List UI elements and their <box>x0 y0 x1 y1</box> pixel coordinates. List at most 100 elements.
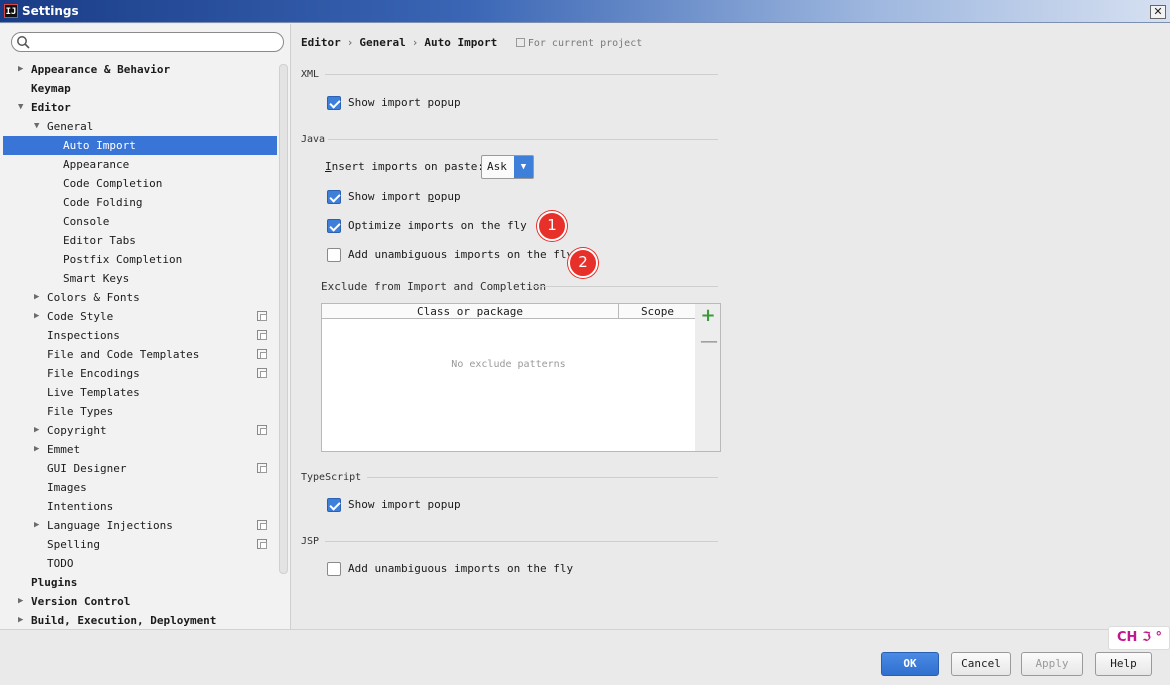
insert-imports-on-paste-row: Insert imports on paste: Ask ▼ <box>325 155 534 179</box>
settings-nav-panel: ▶ Appearance & Behavior Keymap ▼ Editor ▼ Gene… <box>0 24 291 629</box>
optimize-imports-on-fly-label: Optimize imports on the fly <box>348 219 527 232</box>
label-text: opup <box>434 190 461 203</box>
settings-search-field[interactable] <box>11 32 284 52</box>
exclude-section-title: Exclude from Import and Completion <box>321 280 547 293</box>
tree-item-label: Editor <box>31 101 71 114</box>
section-title-jsp: JSP <box>301 536 320 547</box>
tree-item-label: General <box>47 120 94 133</box>
collapsed-arrow-icon[interactable]: ▶ <box>18 592 28 611</box>
annotation-badge-1: 1 <box>537 211 567 241</box>
mnemonic-char: I <box>325 160 332 173</box>
tree-item-emmet[interactable]: ▶ Emmet <box>0 440 280 459</box>
tree-item-label: Console <box>63 215 110 228</box>
jsp-add-unambiguous-imports-label: Add unambiguous imports on the fly <box>348 562 574 575</box>
tree-item-label: Copyright <box>47 424 107 437</box>
tree-item-label: Images <box>47 481 87 494</box>
add-unambiguous-imports-label: Add unambiguous imports on the fly <box>348 248 574 261</box>
tree-item-gui-designer[interactable]: GUI Designer <box>0 459 280 478</box>
tree-item-label: Postfix Completion <box>63 253 183 266</box>
intellij-app-icon: IJ <box>4 4 18 18</box>
remove-icon[interactable]: — <box>700 333 718 351</box>
collapsed-arrow-icon[interactable]: ▶ <box>34 288 44 307</box>
tree-item-spelling[interactable]: Spelling <box>0 535 280 554</box>
collapsed-arrow-icon[interactable]: ▶ <box>34 421 44 440</box>
checkbox-unchecked[interactable] <box>327 562 341 576</box>
empty-table-message: No exclude patterns <box>451 359 566 370</box>
expanded-arrow-icon[interactable]: ▼ <box>34 117 44 136</box>
collapsed-arrow-icon[interactable]: ▶ <box>34 516 44 535</box>
nav-scrollbar[interactable] <box>279 64 288 574</box>
tree-item-label: File Encodings <box>47 367 140 380</box>
tree-item-copyright[interactable]: ▶ Copyright <box>0 421 280 440</box>
ok-button[interactable]: OK <box>881 652 939 676</box>
collapsed-arrow-icon[interactable]: ▶ <box>34 307 44 326</box>
checkbox-checked[interactable] <box>327 190 341 204</box>
collapsed-arrow-icon[interactable]: ▶ <box>18 611 28 630</box>
section-title-xml: XML <box>301 69 320 80</box>
section-title-typescript: TypeScript <box>301 472 362 483</box>
tree-item-code-style[interactable]: ▶ Code Style <box>0 307 280 326</box>
label-text: Show import <box>348 190 428 203</box>
section-divider <box>325 541 718 542</box>
close-window-button[interactable]: ✕ <box>1150 5 1166 19</box>
tree-item-language-injections[interactable]: ▶ Language Injections <box>0 516 280 535</box>
insert-imports-on-paste-select[interactable]: Ask ▼ <box>481 155 534 179</box>
breadcrumb: Editor › General › Auto Import For current p… <box>301 36 642 49</box>
column-header-class-or-package[interactable]: Class or package <box>322 304 619 319</box>
settings-tree: ▶ Appearance & Behavior Keymap ▼ Editor ▼ Gene… <box>0 60 280 630</box>
column-header-scope[interactable]: Scope <box>620 304 695 319</box>
chevron-down-icon[interactable]: ▼ <box>514 156 533 178</box>
tree-item-label: Live Templates <box>47 386 140 399</box>
tree-item-file-encodings[interactable]: File Encodings <box>0 364 280 383</box>
table-toolbar: + — <box>695 303 721 452</box>
typescript-show-import-popup-label: Show import popup <box>348 498 461 511</box>
collapsed-arrow-icon[interactable]: ▶ <box>18 60 28 79</box>
tree-item-keymap[interactable]: Keymap <box>0 79 280 98</box>
tree-item-appearance-behavior[interactable]: ▶ Appearance & Behavior <box>0 60 280 79</box>
project-settings-icon <box>257 425 267 435</box>
checkbox-checked[interactable] <box>327 96 341 110</box>
expanded-arrow-icon[interactable]: ▼ <box>18 98 28 117</box>
label-text: nsert imports on paste: <box>331 160 484 173</box>
tree-item-todo[interactable]: TODO <box>0 554 280 573</box>
tree-item-auto-import[interactable]: Auto Import <box>3 136 277 155</box>
tree-item-appearance[interactable]: Appearance <box>0 155 280 174</box>
tree-item-postfix-completion[interactable]: Postfix Completion <box>0 250 280 269</box>
tree-item-live-templates[interactable]: Live Templates <box>0 383 280 402</box>
tree-item-file-and-code-templates[interactable]: File and Code Templates <box>0 345 280 364</box>
insert-imports-on-paste-label: Insert imports on paste: <box>325 160 484 173</box>
tree-item-plugins[interactable]: Plugins <box>0 573 280 592</box>
tree-item-intentions[interactable]: Intentions <box>0 497 280 516</box>
tree-item-code-folding[interactable]: Code Folding <box>0 193 280 212</box>
tree-item-build-execution-deployment[interactable]: ▶ Build, Execution, Deployment <box>0 611 280 630</box>
tree-item-images[interactable]: Images <box>0 478 280 497</box>
tree-item-label: Intentions <box>47 500 114 513</box>
checkbox-checked[interactable] <box>327 498 341 512</box>
tree-item-editor-tabs[interactable]: Editor Tabs <box>0 231 280 250</box>
search-input[interactable] <box>34 34 274 50</box>
tree-item-editor[interactable]: ▼ Editor <box>0 98 280 117</box>
tree-item-general[interactable]: ▼ General <box>0 117 280 136</box>
add-icon[interactable]: + <box>700 307 716 325</box>
tree-item-colors-fonts[interactable]: ▶ Colors & Fonts <box>0 288 280 307</box>
tree-item-label: Build, Execution, Deployment <box>31 614 217 627</box>
annotation-badge-2: 2 <box>568 248 598 278</box>
help-button[interactable]: Help <box>1095 652 1152 676</box>
cancel-button[interactable]: Cancel <box>951 652 1011 676</box>
exclude-patterns-table[interactable]: Class or package Scope No exclude patter… <box>321 303 696 452</box>
ime-indicator[interactable]: CH ℑ ° <box>1108 626 1170 650</box>
tree-item-label: Emmet <box>47 443 81 456</box>
tree-item-version-control[interactable]: ▶ Version Control <box>0 592 280 611</box>
tree-item-inspections[interactable]: Inspections <box>0 326 280 345</box>
collapsed-arrow-icon[interactable]: ▶ <box>34 440 44 459</box>
checkbox-checked[interactable] <box>327 219 341 233</box>
tree-item-code-completion[interactable]: Code Completion <box>0 174 280 193</box>
breadcrumb-item-general: General <box>359 36 406 49</box>
tree-item-smart-keys[interactable]: Smart Keys <box>0 269 280 288</box>
project-settings-icon <box>257 539 267 549</box>
apply-button[interactable]: Apply <box>1021 652 1083 676</box>
breadcrumb-item-auto-import: Auto Import <box>424 36 498 49</box>
tree-item-file-types[interactable]: File Types <box>0 402 280 421</box>
checkbox-unchecked[interactable] <box>327 248 341 262</box>
tree-item-console[interactable]: Console <box>0 212 280 231</box>
